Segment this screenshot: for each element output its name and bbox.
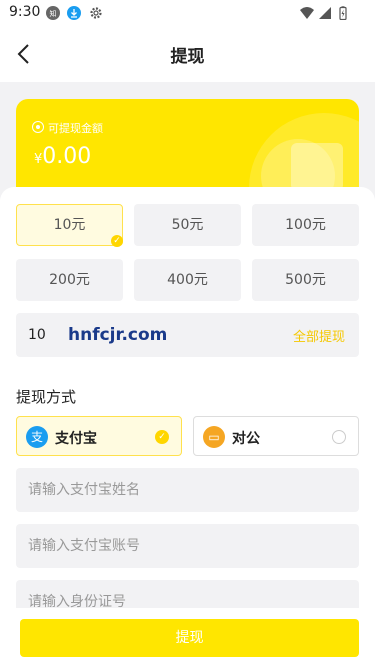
submit-button[interactable]: 提现 xyxy=(20,619,359,657)
balance-label: 可提现金额 xyxy=(48,122,103,135)
battery-icon xyxy=(339,6,347,20)
amount-label: 10元 xyxy=(53,217,86,233)
page-title: 提现 xyxy=(170,47,205,67)
radio-icon xyxy=(332,430,346,444)
amount-option[interactable]: 100元 xyxy=(252,204,359,246)
balance-value: ¥0.00 xyxy=(34,144,91,169)
amount-option[interactable]: 50元 xyxy=(134,204,241,246)
header: 提现 xyxy=(0,26,375,82)
wifi-icon xyxy=(300,7,314,19)
method-option-alipay[interactable]: 支 支付宝 ✓ xyxy=(16,416,182,456)
notification-icon: 知 xyxy=(46,6,60,20)
method-label: 对公 xyxy=(232,431,260,447)
alipay-account-input[interactable] xyxy=(28,524,348,568)
check-icon: ✓ xyxy=(111,235,123,247)
amount-option[interactable]: 400元 xyxy=(134,259,241,301)
download-icon xyxy=(67,6,81,20)
status-time: 9:30 xyxy=(9,4,41,20)
svg-text:知: 知 xyxy=(50,9,57,18)
amount-option[interactable]: 500元 xyxy=(252,259,359,301)
check-icon: ✓ xyxy=(155,430,169,444)
withdraw-panel: 10元 ✓ 50元 100元 200元 400元 500元 hnfcjr.com… xyxy=(0,187,375,667)
amount-label: 400元 xyxy=(167,272,208,288)
status-bar: 9:30 知 xyxy=(0,0,375,26)
withdraw-all-link[interactable]: 全部提现 xyxy=(293,326,345,345)
gear-icon xyxy=(90,7,102,19)
alipay-icon: 支 xyxy=(26,426,48,448)
amount-option[interactable]: 10元 ✓ xyxy=(16,204,123,247)
method-option-corporate[interactable]: ▭ 对公 xyxy=(193,416,359,456)
amount-label: 50元 xyxy=(171,217,204,233)
amount-input-row: hnfcjr.com 全部提现 xyxy=(16,313,359,357)
method-label: 支付宝 xyxy=(55,431,97,447)
method-section-title: 提现方式 xyxy=(16,388,77,406)
coin-icon xyxy=(32,121,44,133)
amount-label: 100元 xyxy=(285,217,326,233)
signal-icon xyxy=(319,7,331,19)
alipay-account-field xyxy=(16,524,359,568)
watermark-text: hnfcjr.com xyxy=(68,325,168,345)
amount-option[interactable]: 200元 xyxy=(16,259,123,301)
amount-label: 200元 xyxy=(49,272,90,288)
wallet-icon xyxy=(291,143,343,191)
card-icon: ▭ xyxy=(203,426,225,448)
balance-amount: 0.00 xyxy=(42,144,92,169)
alipay-name-input[interactable] xyxy=(28,468,348,512)
alipay-name-field xyxy=(16,468,359,512)
amount-label: 500元 xyxy=(285,272,326,288)
